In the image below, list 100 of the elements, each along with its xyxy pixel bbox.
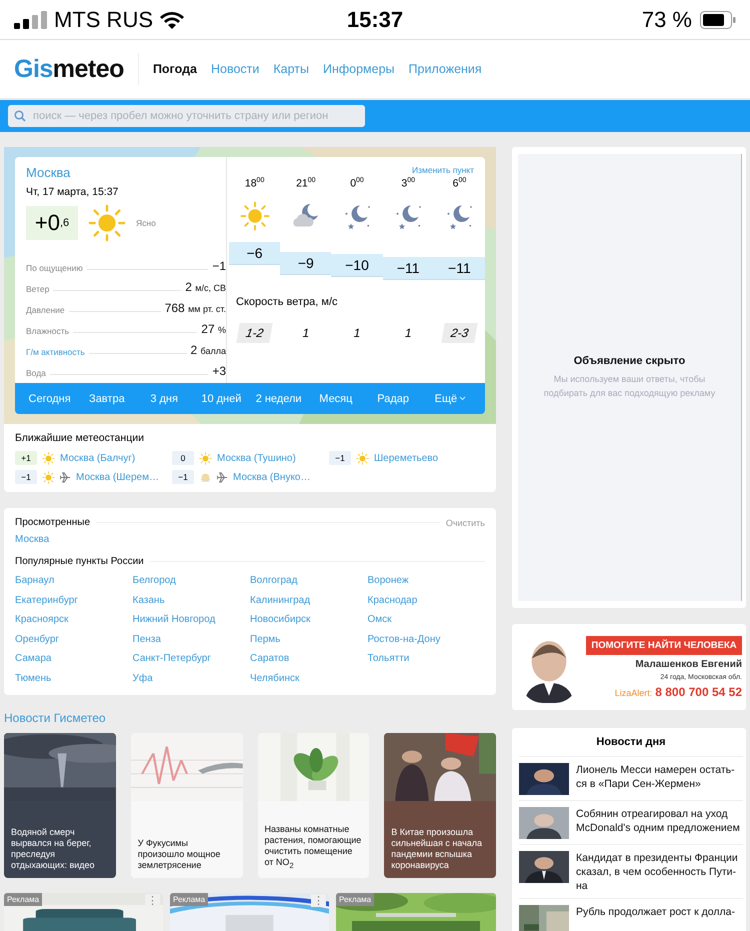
forecast-tab[interactable]: 2 недели xyxy=(250,392,308,404)
news-link[interactable]: Рубль продолжает рост к долла- xyxy=(576,905,735,919)
wifi-icon xyxy=(159,10,185,29)
nav-link[interactable]: Погода xyxy=(152,62,197,76)
station-link[interactable]: Москва (Шерем… xyxy=(76,472,159,482)
detail-link[interactable]: Г/м активность xyxy=(26,347,85,357)
station-link[interactable]: Шереметьево xyxy=(374,452,438,464)
city-link[interactable]: Краснодар xyxy=(368,594,418,606)
signal-icon xyxy=(14,10,48,28)
detail-value: 2 балла xyxy=(190,343,226,357)
city-link[interactable]: Омск xyxy=(368,614,392,625)
station-link[interactable]: Москва (Балчуг) xyxy=(60,452,136,464)
ad-banner: ПОМОГИТЕ НАЙТИ ЧЕЛОВЕКА xyxy=(586,636,742,654)
carrier-name: MTS RUS xyxy=(54,6,153,32)
temperature-badge: −1 xyxy=(329,451,351,465)
caret-icon xyxy=(459,396,466,401)
clear-link[interactable]: Очистить xyxy=(446,518,485,528)
search-field[interactable]: поиск — через пробел можно уточнить страну или регион xyxy=(8,105,365,127)
temperature-badge: −1 xyxy=(172,470,194,484)
news-link[interactable]: Собянин отреагировал на уход McDonald's одним предложением xyxy=(576,807,743,835)
city-link[interactable]: Нижний Новгород xyxy=(132,614,216,625)
news-card[interactable]: В Китае произошла сильнейшая с начала пандемии вспышка коронавируса xyxy=(384,732,496,878)
detail-label: Ветер xyxy=(26,284,50,294)
section-title: Новости Гисметео xyxy=(4,710,107,724)
city-link[interactable]: Казань xyxy=(132,594,165,606)
city-link[interactable]: Саратов xyxy=(250,653,290,664)
nav-link[interactable]: Новости xyxy=(210,62,260,76)
forecast-tab[interactable]: Месяц xyxy=(307,392,364,404)
site-logo[interactable]: Gismeteo xyxy=(14,53,139,85)
station-link[interactable]: Москва (Тушино) xyxy=(217,452,296,464)
station-link[interactable]: Москва (Внуко… xyxy=(233,472,310,482)
news-headline: Водяной смерч вырвался на берег, преследуя отдыхающих: видео xyxy=(11,826,96,870)
detail-label: Давление xyxy=(26,305,65,315)
section-title: Новости дня xyxy=(519,728,743,757)
more-button[interactable]: ⋮ xyxy=(145,894,160,906)
section-title: Просмотренные xyxy=(15,517,90,528)
news-headline: В Китае произошла сильнейшая с начала пандемии вспышка коронавируса xyxy=(391,826,484,870)
nav-link[interactable]: Карты xyxy=(273,62,309,76)
detail-label: По ощущению xyxy=(26,263,83,273)
city-link[interactable]: Новосибирск xyxy=(250,614,310,625)
detail-value: +3 xyxy=(212,364,226,378)
city-link[interactable]: Воронеж xyxy=(368,575,409,586)
detail-label: Вода xyxy=(26,368,46,378)
phone-number: 8 800 700 54 52 xyxy=(655,684,742,698)
news-card[interactable]: Названы комнатные растения, помогающие очистить помещение от NO$_{2}$ xyxy=(258,732,370,878)
city-link[interactable]: Москва xyxy=(26,165,226,180)
city-link[interactable]: Красноярск xyxy=(15,614,68,625)
city-link[interactable]: Тольятти xyxy=(368,653,410,664)
ad-label: Реклама xyxy=(4,892,42,906)
forecast-tab[interactable]: Сегодня xyxy=(21,392,78,404)
hour-label: 0$^{00}$ xyxy=(350,177,364,190)
temperature-band: −6 xyxy=(229,242,280,264)
nav-link[interactable]: Информеры xyxy=(322,62,395,76)
city-link[interactable]: Екатеринбург xyxy=(15,594,78,606)
organization-name: LizaAlert: xyxy=(614,688,652,698)
city-link[interactable]: Белгород xyxy=(132,575,176,586)
ad-label: Реклама xyxy=(170,892,208,906)
temperature-badge: 0 xyxy=(172,451,194,465)
detail-value: −1 xyxy=(212,259,226,273)
clock-time: 15:37 xyxy=(346,6,404,32)
city-link[interactable]: Санкт-Петербург xyxy=(132,653,211,664)
ad-card[interactable]: Реклама ⋮ xyxy=(4,892,163,931)
wind-speed-value: 1 xyxy=(404,324,413,342)
news-card[interactable]: Водяной смерч вырвался на берег, преследуя отдыхающих: видео xyxy=(4,732,116,878)
hour-label: 18$^{00}$ xyxy=(244,177,264,190)
forecast-tab[interactable]: Завтра xyxy=(78,392,136,404)
city-link[interactable]: Барнаул xyxy=(15,575,54,586)
temperature-badge: +1 xyxy=(15,451,37,465)
ad-card[interactable]: Реклама ⋮ xyxy=(170,892,329,931)
news-link[interactable]: Кандидат в президенты Франции сказал, в чем особенность Пути-на xyxy=(576,851,743,893)
forecast-tab[interactable]: Ещё xyxy=(422,392,479,404)
city-link[interactable]: Ростов-на-Дону xyxy=(368,634,440,644)
date-time: Чт, 17 марта, 15:37 xyxy=(26,186,120,198)
condition-label: Ясно xyxy=(136,218,156,228)
search-icon xyxy=(14,110,26,122)
change-location-link[interactable]: Изменить пункт xyxy=(412,165,474,175)
city-link[interactable]: Волгоград xyxy=(250,575,298,586)
city-link[interactable]: Челябинск xyxy=(250,672,300,684)
city-link[interactable]: Оренбург xyxy=(15,634,60,644)
city-link[interactable]: Самара xyxy=(15,653,52,664)
city-link[interactable]: Калининград xyxy=(250,594,310,606)
wind-speed-value: 1 xyxy=(301,324,310,342)
detail-label: Влажность xyxy=(26,326,70,336)
person-name: Малашенков Евгений xyxy=(635,658,742,670)
city-link[interactable]: Пенза xyxy=(132,634,161,644)
more-button[interactable]: ⋮ xyxy=(311,894,326,906)
city-link[interactable]: Москва xyxy=(15,534,50,545)
city-link[interactable]: Уфа xyxy=(132,672,153,684)
ad-label: Реклама xyxy=(336,892,374,906)
city-link[interactable]: Пермь xyxy=(250,634,280,644)
sun-icon xyxy=(42,452,55,464)
ad-card[interactable]: Реклама xyxy=(336,892,496,931)
forecast-tab[interactable]: 10 дней xyxy=(192,392,250,404)
temperature-band: −11 xyxy=(382,256,434,280)
forecast-tab[interactable]: Радар xyxy=(364,392,422,404)
forecast-tab[interactable]: 3 дня xyxy=(136,392,193,404)
nav-link[interactable]: Приложения xyxy=(408,62,482,76)
city-link[interactable]: Тюмень xyxy=(15,672,52,684)
news-link[interactable]: Лионель Месси намерен остать-ся в «Пари Сен-Жермен» xyxy=(576,763,743,791)
temperature-band: −10 xyxy=(331,254,383,276)
